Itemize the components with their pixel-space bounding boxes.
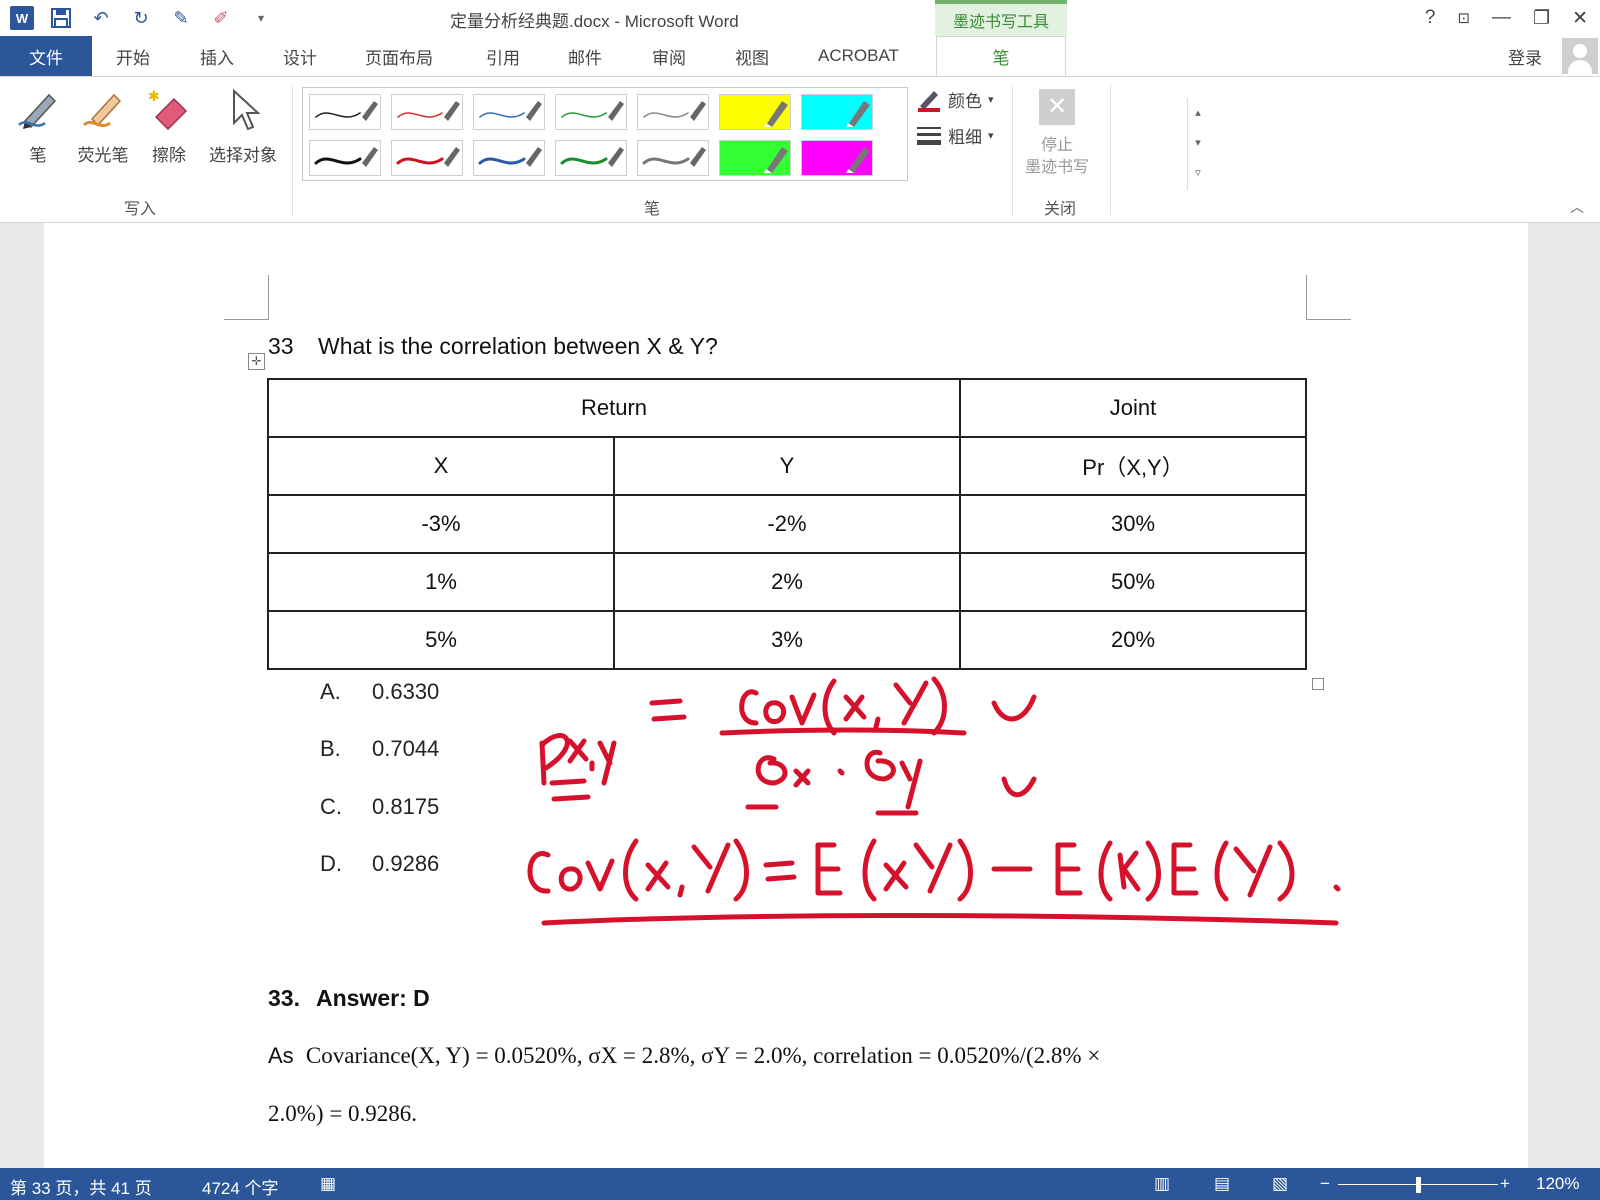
pen-button[interactable]: 笔 <box>14 87 62 166</box>
page-count[interactable]: 第 33 页，共 41 页 <box>10 1174 152 1199</box>
avatar[interactable] <box>1562 38 1598 74</box>
restore-button[interactable]: ❐ <box>1533 7 1550 30</box>
tab-design[interactable]: 设计 <box>283 36 317 76</box>
eraser-button[interactable]: ✱ 擦除 <box>146 87 192 166</box>
pen-swatch[interactable] <box>719 94 791 130</box>
tab-review[interactable]: 审阅 <box>652 36 686 76</box>
tab-file[interactable]: 文件 <box>0 36 92 76</box>
zoom-level[interactable]: 120% <box>1536 1174 1579 1194</box>
highlighter-icon <box>82 93 122 128</box>
close-button[interactable]: ✕ <box>1572 7 1588 30</box>
eraser-icon: ✱ <box>148 88 188 131</box>
tab-pens[interactable]: 笔 <box>936 36 1066 76</box>
pen-swatch[interactable] <box>637 94 709 130</box>
tab-references[interactable]: 引用 <box>486 36 520 76</box>
zoom-slider-thumb[interactable] <box>1416 1177 1421 1193</box>
print-layout-icon[interactable]: ▤ <box>1214 1174 1230 1194</box>
pen-color-icon <box>918 90 940 112</box>
zoom-out-button[interactable]: − <box>1320 1174 1330 1194</box>
sign-in-link[interactable]: 登录 <box>1508 44 1542 69</box>
pen-swatch[interactable] <box>801 140 873 176</box>
pen-swatch[interactable] <box>555 140 627 176</box>
ribbon-separator <box>292 85 293 215</box>
tab-home[interactable]: 开始 <box>116 36 150 76</box>
gallery-scroll[interactable]: ▴ ▾ ▿ <box>1187 98 1208 190</box>
ribbon-separator <box>1110 85 1111 215</box>
window-controls: ? ⊡ — ❐ ✕ <box>1425 2 1588 34</box>
customize-qat-icon[interactable]: ▾ <box>248 5 274 31</box>
collapse-ribbon-icon[interactable]: ︿ <box>1570 197 1584 217</box>
zoom-in-button[interactable]: + <box>1500 1174 1510 1194</box>
highlighter-button[interactable]: 荧光笔 <box>72 87 134 166</box>
undo-icon[interactable]: ↶ <box>88 5 114 31</box>
contextual-tab-ink-tools: 墨迹书写工具 <box>935 0 1067 36</box>
tab-view[interactable]: 视图 <box>735 36 769 76</box>
pen-swatch[interactable] <box>391 94 463 130</box>
highlighter-quick-icon[interactable]: ✐ <box>208 5 234 31</box>
pen-swatch[interactable] <box>637 140 709 176</box>
group-label-write: 写入 <box>124 201 157 218</box>
select-objects-button[interactable]: 选择对象 <box>204 87 282 166</box>
tab-acrobat[interactable]: ACROBAT <box>818 36 899 76</box>
word-count[interactable]: 4724 个字 <box>202 1174 279 1199</box>
pen-swatch[interactable] <box>719 140 791 176</box>
cursor-arrow-icon <box>233 88 261 131</box>
pen-thickness-button[interactable]: 粗细 ▾ <box>916 123 994 148</box>
read-mode-icon[interactable]: ▥ <box>1154 1174 1170 1194</box>
ink-annotation <box>527 676 1341 926</box>
stop-inking-label-2: 墨迹书写 <box>1024 159 1089 176</box>
quick-access-toolbar: W ↶ ↻ ✎ ✐ ▾ <box>10 2 274 34</box>
ribbon-separator <box>1012 85 1013 215</box>
web-layout-icon[interactable]: ▧ <box>1272 1174 1288 1194</box>
pen-swatch[interactable] <box>391 140 463 176</box>
help-button[interactable]: ? <box>1425 7 1436 29</box>
pen-swatch[interactable] <box>473 140 545 176</box>
pen-swatch[interactable] <box>801 94 873 130</box>
document-page[interactable]: ✛ 33 What is the correlation between X & … <box>44 223 1528 1168</box>
save-icon[interactable] <box>48 5 74 31</box>
svg-text:✱: ✱ <box>148 88 160 104</box>
pen-quick-icon[interactable]: ✎ <box>168 5 194 31</box>
pen-color-button[interactable]: 颜色 ▾ <box>916 87 994 112</box>
explanation-line-1: As Covariance(X, Y) = 0.0520%, σX = 2.8%… <box>268 1043 1101 1068</box>
pen-swatch[interactable] <box>555 94 627 130</box>
word-logo-icon[interactable]: W <box>10 6 34 30</box>
tab-mailings[interactable]: 邮件 <box>568 36 602 76</box>
tab-layout[interactable]: 页面布局 <box>365 36 433 76</box>
proofing-icon[interactable]: ▦ <box>320 1174 336 1194</box>
tab-insert[interactable]: 插入 <box>200 36 234 76</box>
pen-swatch[interactable] <box>309 94 381 130</box>
minimize-button[interactable]: — <box>1492 7 1511 29</box>
group-label-pens: 笔 <box>644 201 661 218</box>
pen-swatch[interactable] <box>309 140 381 176</box>
group-label-close: 关闭 <box>1044 201 1077 218</box>
pen-gallery: ▴ ▾ ▿ <box>302 87 1201 190</box>
status-bar: 第 33 页，共 41 页 4724 个字 ▦ ▥ ▤ ▧ − + 120% <box>0 1168 1600 1200</box>
document-title: 定量分析经典题.docx - Microsoft Word <box>450 12 739 31</box>
ribbon-display-icon[interactable]: ⊡ <box>1457 9 1470 27</box>
pen-icon <box>18 93 57 129</box>
answer-heading: 33. Answer: D <box>268 985 430 1011</box>
ribbon-tabs: 文件 开始 插入 设计 页面布局 引用 邮件 审阅 视图 ACROBAT 笔 登… <box>0 36 1600 77</box>
pen-swatch[interactable] <box>473 94 545 130</box>
stop-x-icon: ✕ <box>1039 89 1075 125</box>
stop-inking-button[interactable]: ✕ 停止 墨迹书写 <box>1022 89 1092 179</box>
stop-inking-label-1: 停止 <box>1040 137 1073 154</box>
explanation-line-2: 2.0%) = 0.9286. <box>268 1101 418 1126</box>
ribbon: 笔 荧光笔 ✱ 擦除 选择对象 写入 ▴ ▾ ▿ 笔 颜色 ▾ 粗细 ▾ ✕ 停止 墨迹… <box>0 77 1600 223</box>
thickness-icon <box>917 126 941 145</box>
title-bar: W ↶ ↻ ✎ ✐ ▾ 定量分析经典题.docx - Microsoft Wor… <box>0 0 1600 36</box>
redo-icon[interactable]: ↻ <box>128 5 154 31</box>
